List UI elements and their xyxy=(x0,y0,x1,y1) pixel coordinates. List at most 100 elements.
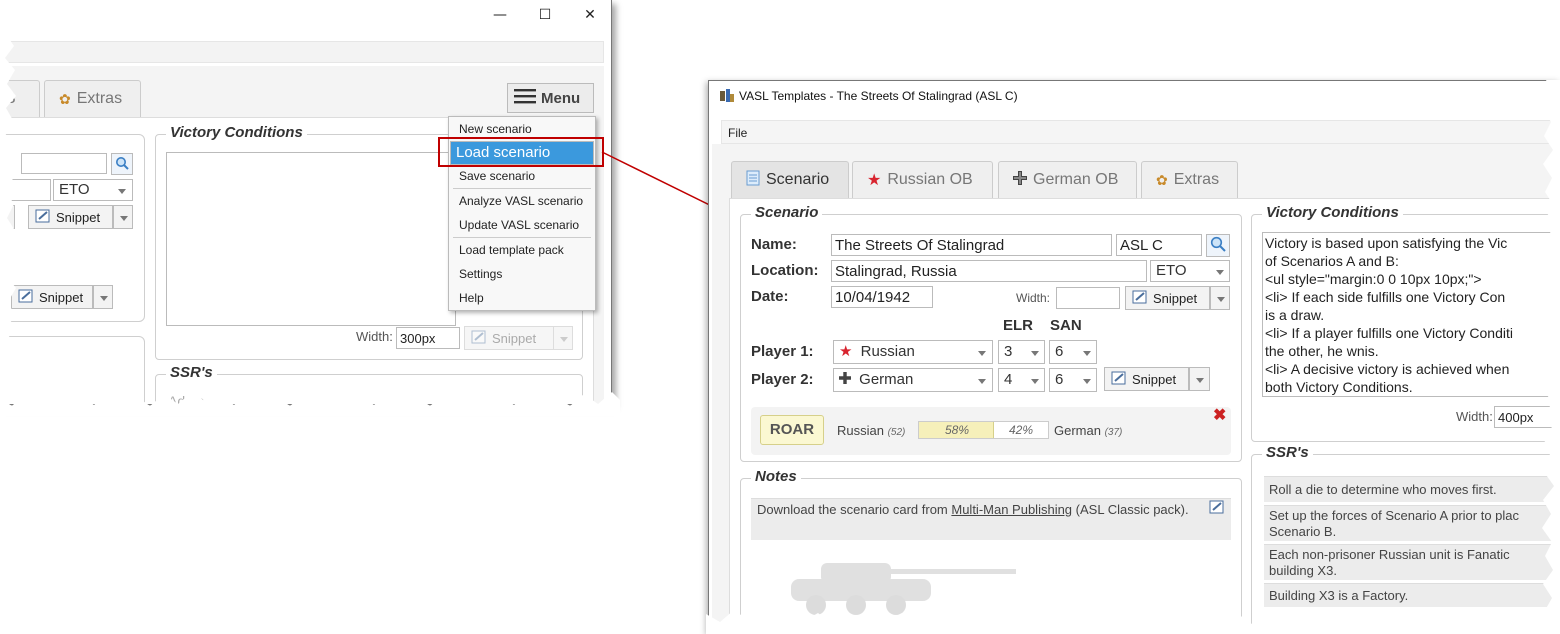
chevron-down-icon xyxy=(1196,378,1204,383)
elr-header: ELR xyxy=(1003,317,1033,334)
minimize-button[interactable]: — xyxy=(486,5,514,25)
search-button[interactable] xyxy=(1206,234,1230,257)
width-label: Width: xyxy=(356,329,393,344)
player2-label: Player 2: xyxy=(751,371,814,388)
maximize-button[interactable]: ☐ xyxy=(531,5,559,25)
player-snippet-dropdown[interactable] xyxy=(1189,367,1210,391)
snippet-dropdown[interactable] xyxy=(113,205,133,229)
tab-label: Extras xyxy=(76,90,123,107)
menu-button[interactable]: Menu xyxy=(507,83,594,113)
snippet-button-disabled[interactable]: Snippet xyxy=(464,326,554,350)
search-button[interactable] xyxy=(111,153,133,175)
menu-item-help[interactable]: Help xyxy=(450,287,594,309)
theater-value: ETO xyxy=(59,181,90,198)
width-label: Width: xyxy=(1456,409,1493,424)
cross-icon xyxy=(839,371,851,388)
snippet-dropdown-2[interactable] xyxy=(93,285,113,309)
theater-value: ETO xyxy=(1156,262,1187,279)
theater-select[interactable]: ETO xyxy=(1150,260,1230,282)
left-titlebar: — ☐ ✕ xyxy=(0,0,611,30)
menu-file[interactable]: File xyxy=(728,126,747,140)
tab-label: Extras xyxy=(1173,171,1220,188)
player1-nationality: Russian xyxy=(860,343,915,360)
menu-item-analyze-vasl[interactable]: Analyze VASL scenario xyxy=(450,190,594,212)
search-icon xyxy=(115,156,129,173)
player2-nationality-select[interactable]: German xyxy=(833,368,993,392)
menu-item-update-vasl[interactable]: Update VASL scenario xyxy=(450,214,594,236)
victory-line: <li> If each side fulfills one Victory C… xyxy=(1265,289,1506,305)
victory-line: the other, he wnis. xyxy=(1265,343,1379,359)
theater-select[interactable]: ETO xyxy=(53,179,133,201)
player2-elr-select[interactable]: 4 xyxy=(998,368,1045,392)
victory-line: Victory is based upon satisfying the Vic xyxy=(1265,235,1508,251)
snippet-button[interactable]: Snippet xyxy=(1125,286,1210,310)
tab-scenario[interactable]: Scenario xyxy=(731,161,849,198)
snippet-label: Snippet xyxy=(39,289,84,305)
date-input[interactable]: 10/04/1942 xyxy=(831,286,933,308)
chevron-down-icon xyxy=(978,351,986,356)
chevron-down-icon xyxy=(118,189,126,194)
player-snippet-button[interactable]: Snippet xyxy=(1104,367,1189,391)
menu-button-label: Menu xyxy=(541,89,581,107)
roar-left-name: Russian xyxy=(837,423,884,438)
edit-icon[interactable] xyxy=(1209,500,1225,517)
extras-icon: ✿ xyxy=(1156,171,1168,188)
victory-line: <li> A decisive victory is achieved when xyxy=(1265,361,1510,377)
player1-san: 6 xyxy=(1055,343,1064,360)
note-item[interactable]: Download the scenario card from Multi-Ma… xyxy=(751,498,1231,540)
victory-line: <li> If a player fulfills one Victory Co… xyxy=(1265,325,1513,341)
star-icon: ★ xyxy=(867,172,882,189)
location-input[interactable]: Stalingrad, Russia xyxy=(831,260,1147,282)
player2-nationality: German xyxy=(859,371,914,388)
player1-elr-select[interactable]: 3 xyxy=(998,340,1045,364)
tab-russian-ob[interactable]: ★ Russian OB xyxy=(852,161,993,198)
player2-elr: 4 xyxy=(1004,371,1013,388)
menu-item-load-template-pack[interactable]: Load template pack xyxy=(450,239,594,261)
star-icon: ★ xyxy=(839,343,853,360)
close-button[interactable]: ✕ xyxy=(576,5,604,25)
chevron-down-icon xyxy=(120,216,128,221)
name-input[interactable]: The Streets Of Stalingrad xyxy=(831,234,1112,256)
victory-legend: Victory Conditions xyxy=(1262,204,1403,221)
delete-icon: ✖ xyxy=(1213,407,1227,424)
chevron-down-icon xyxy=(1083,379,1091,384)
player2-san: 6 xyxy=(1055,371,1064,388)
name-input[interactable] xyxy=(21,153,107,174)
ssr-item[interactable]: Each non-prisoner Russian unit is Fanati… xyxy=(1264,544,1554,580)
torn-edge-right xyxy=(1542,80,1560,634)
snippet-button[interactable]: Snippet xyxy=(28,205,113,229)
tab-extras[interactable]: ✿ Extras xyxy=(44,80,141,117)
tab-german-ob[interactable]: German OB xyxy=(998,161,1137,198)
right-window: VASL Templates - The Streets Of Stalingr… xyxy=(708,80,1560,634)
extras-icon: ✿ xyxy=(59,90,71,107)
victory-textarea[interactable] xyxy=(166,152,456,326)
scenario-id-input[interactable]: ASL C xyxy=(1116,234,1202,256)
player2-san-select[interactable]: 6 xyxy=(1049,368,1097,392)
width-input[interactable] xyxy=(1056,287,1120,309)
roar-remove-button[interactable]: ✖ xyxy=(1213,408,1229,424)
vasl-logo-icon xyxy=(719,88,735,104)
scenario-legend: Scenario xyxy=(751,204,823,221)
player1-nationality-select[interactable]: ★ Russian xyxy=(833,340,993,364)
chevron-down-icon xyxy=(1031,351,1039,356)
chevron-down-icon xyxy=(1083,351,1091,356)
victory-textarea[interactable]: Victory is based upon satisfying the Vic… xyxy=(1262,232,1560,397)
roar-right-pct: 42% xyxy=(1009,423,1034,437)
tab-extras[interactable]: ✿ Extras xyxy=(1141,161,1238,198)
san-header: SAN xyxy=(1050,317,1082,334)
ssr-item[interactable]: Roll a die to determine who moves first. xyxy=(1264,476,1554,502)
scenario-icon xyxy=(746,170,760,191)
roar-right-player: German (37) xyxy=(1054,423,1122,438)
torn-edge-bottom-left xyxy=(0,392,620,416)
snippet-dropdown-disabled[interactable] xyxy=(553,326,573,350)
snippet-dropdown[interactable] xyxy=(1210,286,1230,310)
player1-san-select[interactable]: 6 xyxy=(1049,340,1097,364)
note-link[interactable]: Multi-Man Publishing xyxy=(951,502,1072,517)
width-input[interactable]: 300px xyxy=(396,327,460,349)
ssr-item[interactable]: Set up the forces of Scenario A prior to… xyxy=(1264,505,1554,541)
menu-item-settings[interactable]: Settings xyxy=(450,263,594,285)
roar-left-pct: 58% xyxy=(945,423,970,437)
chevron-down-icon xyxy=(100,296,108,301)
menu-item-save-scenario[interactable]: Save scenario xyxy=(450,165,594,187)
chevron-down-icon xyxy=(1217,297,1225,302)
